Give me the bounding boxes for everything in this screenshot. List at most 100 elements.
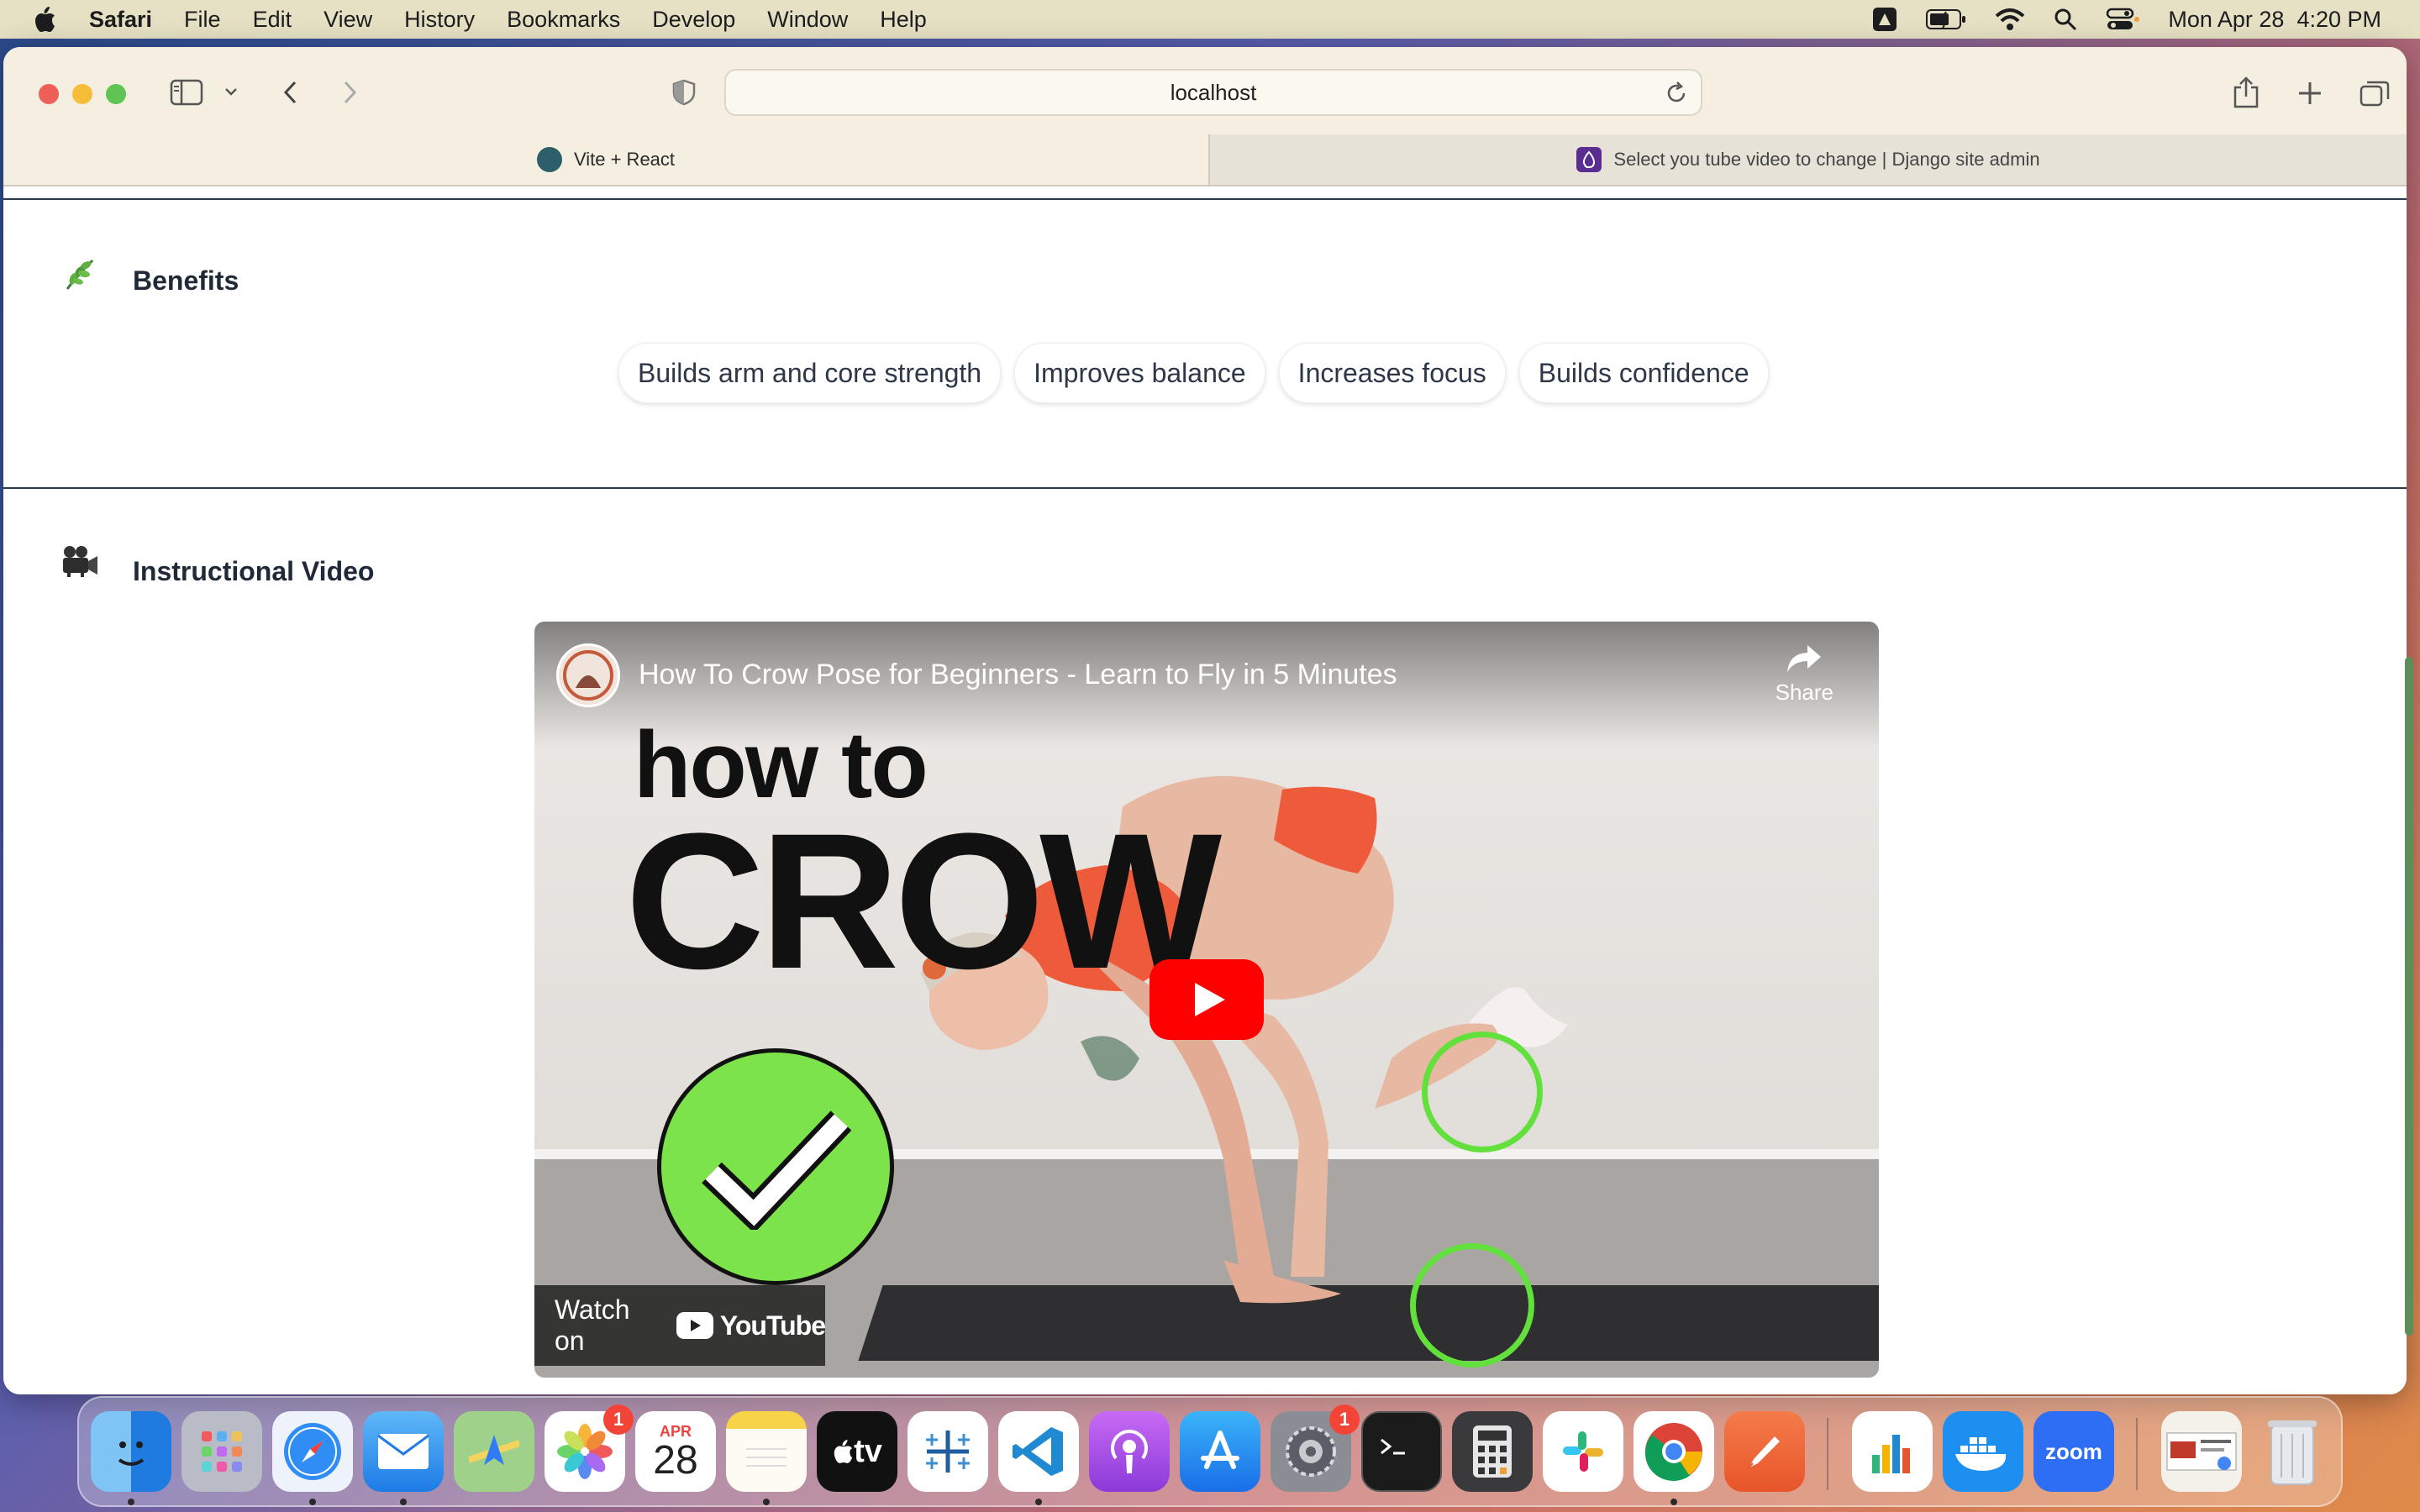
control-center-icon[interactable]	[2106, 8, 2140, 31]
vite-favicon-icon	[536, 147, 562, 172]
calendar-day: 28	[653, 1437, 698, 1483]
apple-menu-icon[interactable]	[30, 6, 59, 33]
tab-django-admin[interactable]: Select you tube video to change | Django…	[1210, 134, 2407, 185]
close-window-button[interactable]	[39, 84, 59, 104]
launchpad-icon[interactable]	[182, 1411, 262, 1492]
menu-file[interactable]: File	[184, 7, 221, 33]
instructional-video-title: Instructional Video	[133, 556, 375, 586]
wifi-icon[interactable]	[1995, 8, 2025, 31]
django-favicon-icon	[1576, 147, 1602, 172]
menu-window[interactable]: Window	[767, 7, 848, 33]
back-arrow-icon[interactable]	[281, 79, 301, 106]
tab-bar: Vite + React Select you tube video to ch…	[3, 134, 2407, 186]
minimize-window-button[interactable]	[72, 84, 92, 104]
forward-arrow-icon[interactable]	[339, 79, 360, 106]
benefits-chip-list: Builds arm and core strength Improves ba…	[618, 343, 1769, 403]
preview-thumbnail-icon[interactable]	[2161, 1411, 2242, 1492]
safari-icon[interactable]	[272, 1411, 353, 1492]
settings-badge: 1	[1329, 1404, 1360, 1435]
battery-icon[interactable]	[1926, 8, 1966, 30]
menu-view[interactable]: View	[324, 7, 372, 33]
terminal-icon[interactable]	[1361, 1411, 1442, 1492]
menu-clock[interactable]: Mon Apr 28 4:20 PM	[2168, 7, 2381, 33]
share-icon[interactable]	[2232, 76, 2260, 109]
apple-tv-label: tv	[854, 1433, 882, 1469]
video-title[interactable]: How To Crow Pose for Beginners - Learn t…	[639, 659, 1397, 691]
notes-icon[interactable]	[726, 1411, 807, 1492]
dock-separator	[1827, 1418, 1828, 1490]
share-arrow-icon	[1786, 643, 1823, 680]
new-tab-plus-icon[interactable]	[2297, 81, 2323, 106]
vscode-icon[interactable]	[998, 1411, 1079, 1492]
youtube-wordmark: YouTube	[719, 1310, 826, 1341]
dock-separator	[2136, 1418, 2138, 1490]
menu-edit[interactable]: Edit	[253, 7, 292, 33]
app-store-icon[interactable]	[1180, 1411, 1260, 1492]
trash-icon[interactable]	[2252, 1411, 2333, 1492]
drive-icon[interactable]	[1872, 7, 1897, 32]
channel-avatar[interactable]	[556, 643, 620, 707]
photos-icon[interactable]: 1	[544, 1404, 634, 1492]
chrome-icon[interactable]	[1634, 1411, 1714, 1492]
menu-help[interactable]: Help	[880, 7, 927, 33]
menu-bar: Safari File Edit View History Bookmarks …	[0, 0, 2420, 39]
zoom-window-button[interactable]	[106, 84, 126, 104]
running-indicator	[1035, 1499, 1042, 1505]
reload-icon[interactable]	[1664, 81, 1689, 112]
running-indicator	[128, 1499, 134, 1505]
calendar-icon[interactable]: APR 28	[635, 1411, 716, 1492]
maps-icon[interactable]	[454, 1411, 534, 1492]
benefit-chip: Builds arm and core strength	[618, 343, 1002, 403]
calculator-icon[interactable]	[1452, 1411, 1533, 1492]
checkmark-icon	[657, 1048, 894, 1285]
apple-tv-icon[interactable]: tv	[817, 1411, 897, 1492]
dock: 1 APR 28 tv 1 zoom	[77, 1396, 2343, 1507]
movie-camera-icon	[60, 544, 99, 582]
benefit-chip: Builds confidence	[1518, 343, 1769, 403]
benefit-chip: Improves balance	[1014, 343, 1265, 403]
pen-tool-icon[interactable]	[1724, 1411, 1805, 1492]
thumbnail-text-crow: CROW	[625, 793, 1222, 1009]
sidebar-toggle-icon[interactable]	[170, 79, 203, 106]
wrist-highlight-circle	[1410, 1243, 1534, 1368]
youtube-play-icon	[676, 1312, 713, 1339]
tableau-icon[interactable]	[908, 1411, 988, 1492]
photos-badge: 1	[603, 1404, 634, 1435]
play-button[interactable]	[1150, 959, 1264, 1040]
watch-on-label: Watch on	[555, 1294, 630, 1356]
spotlight-search-icon[interactable]	[2054, 8, 2077, 31]
menu-develop[interactable]: Develop	[652, 7, 735, 33]
watch-on-youtube-button[interactable]: Watch on YouTube	[534, 1285, 826, 1366]
finder-icon[interactable]	[91, 1411, 171, 1492]
page-scrollbar[interactable]	[2405, 657, 2413, 1336]
safari-window: localhost Vite + React Select you tube v…	[3, 47, 2407, 1394]
youtube-embed[interactable]: how to CROW How To Crow Pose for Beginne…	[534, 622, 1879, 1378]
docker-icon[interactable]	[1943, 1411, 2023, 1492]
share-button[interactable]: Share	[1776, 643, 1833, 706]
privacy-shield-icon[interactable]	[672, 79, 696, 106]
menu-app-name[interactable]: Safari	[89, 7, 152, 33]
numbers-icon[interactable]	[1852, 1411, 1933, 1492]
zoom-label: zoom	[2045, 1438, 2102, 1464]
menu-bookmarks[interactable]: Bookmarks	[507, 7, 620, 33]
section-divider	[3, 198, 2407, 200]
tab-vite-react[interactable]: Vite + React	[3, 134, 1210, 185]
chevron-down-icon[interactable]	[224, 86, 239, 97]
address-text[interactable]: localhost	[1171, 80, 1257, 106]
slack-icon[interactable]	[1543, 1411, 1623, 1492]
podcasts-icon[interactable]	[1089, 1411, 1170, 1492]
youtube-logo: YouTube	[676, 1310, 826, 1341]
system-settings-icon[interactable]: 1	[1270, 1404, 1360, 1492]
running-indicator	[400, 1499, 407, 1505]
running-indicator	[763, 1499, 770, 1505]
zoom-icon[interactable]: zoom	[2033, 1411, 2114, 1492]
tab-label: Select you tube video to change | Django…	[1613, 149, 2040, 170]
running-indicator	[309, 1499, 316, 1505]
running-indicator	[1670, 1499, 1677, 1505]
tab-overview-icon[interactable]	[2360, 79, 2390, 108]
section-divider	[3, 487, 2407, 489]
menu-history[interactable]: History	[404, 7, 475, 33]
mail-icon[interactable]	[363, 1411, 444, 1492]
share-label: Share	[1775, 680, 1833, 705]
address-bar[interactable]: localhost	[724, 69, 1702, 116]
